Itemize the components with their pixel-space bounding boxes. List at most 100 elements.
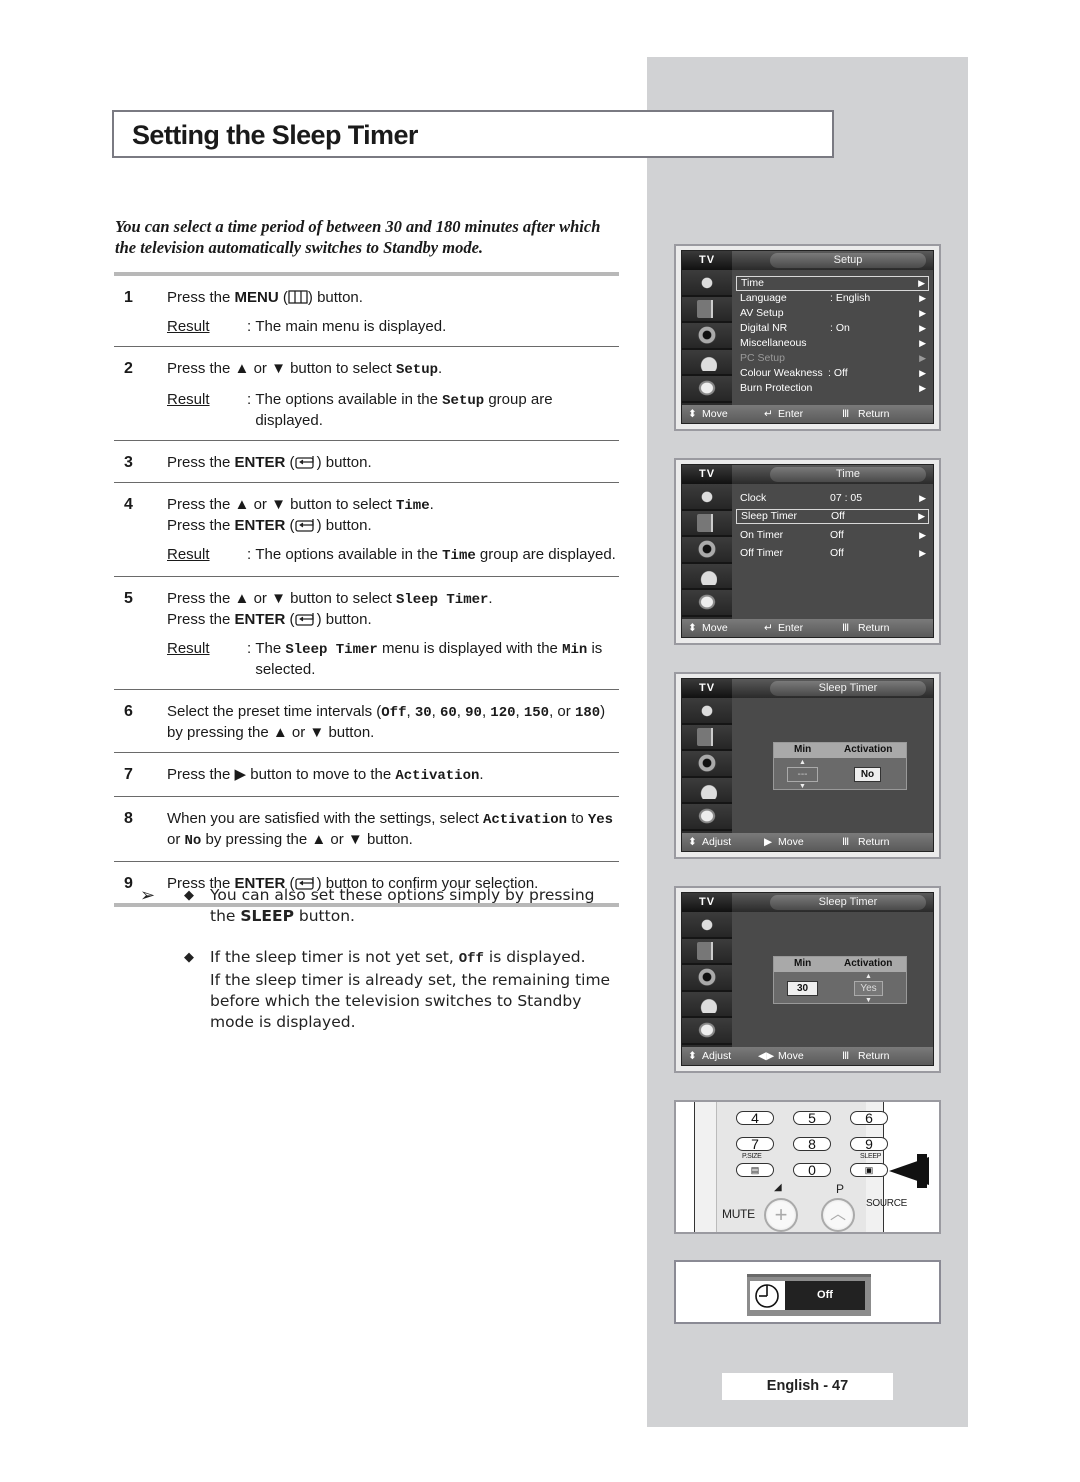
min-field[interactable]: 30 <box>787 981 818 996</box>
step-text: Press the ENTER () button. <box>167 454 372 471</box>
sound-icon <box>697 326 717 345</box>
menu-item-av-setup[interactable]: AV Setup ▶ <box>736 306 929 321</box>
menu-icon-column <box>682 912 732 1047</box>
menu-item-miscellaneous[interactable]: Miscellaneous ▶ <box>736 336 929 351</box>
picture-icon <box>697 513 717 532</box>
tv-screen-sleep-timer-1: TV Sleep Timer Min Activation ▲ --- ▼ No ⬍… <box>674 672 941 859</box>
tv-label: TV <box>682 251 732 270</box>
arrow-right-icon: ▶ <box>764 836 773 848</box>
channel-icon <box>697 780 717 799</box>
menu-item-time[interactable]: Time ▶ <box>736 276 929 291</box>
enter-icon <box>294 613 314 626</box>
left-right-icon: ◀▶ <box>758 1050 775 1062</box>
menu-item-off-timer[interactable]: Off Timer Off ▶ <box>736 546 929 561</box>
min-field[interactable]: --- <box>787 767 818 782</box>
psize-button[interactable]: ▤ <box>736 1163 774 1177</box>
page-title: Setting the Sleep Timer <box>132 120 418 150</box>
sleep-timer-dialog: Min Activation 30 ▲ Yes ▼ <box>773 956 907 1004</box>
screen-title: Sleep Timer <box>770 681 926 696</box>
screen-title: Sleep Timer <box>770 895 926 910</box>
enter-icon <box>294 456 314 469</box>
key-5[interactable]: 5 <box>793 1111 831 1125</box>
input-icon <box>697 273 717 292</box>
step-text: Press the ▶ button to move to the Activa… <box>167 766 484 784</box>
step-8: 8 When you are satisfied with the settin… <box>114 796 619 861</box>
channel-icon <box>697 352 717 371</box>
activation-field[interactable]: No <box>854 767 881 782</box>
up-arrow-icon: ▲ <box>799 759 806 766</box>
key-4[interactable]: 4 <box>736 1111 774 1125</box>
volume-up-button[interactable]: + <box>764 1198 798 1232</box>
activation-field[interactable]: Yes <box>854 981 883 996</box>
step-3: 3 Press the ENTER () button. <box>114 440 619 482</box>
step-7: 7 Press the ▶ button to move to the Acti… <box>114 752 619 796</box>
sound-icon <box>697 968 717 987</box>
key-0[interactable]: 0 <box>793 1163 831 1177</box>
menu-item-pc-setup: PC Setup ▶ <box>740 352 926 364</box>
input-icon <box>697 487 717 506</box>
note-2: ◆ If the sleep timer is not yet set, Off… <box>184 948 611 1031</box>
intro-text: You can select a time period of between … <box>115 217 601 257</box>
step-text: Press the ▲ or ▼ button to select Time. <box>167 496 434 514</box>
picture-icon <box>697 299 717 318</box>
step-5: 5 Press the ▲ or ▼ button to select Slee… <box>114 576 619 689</box>
step-text: When you are satisfied with the settings… <box>167 810 614 849</box>
sleep-osd-display: Off <box>674 1260 941 1324</box>
menu-icon: Ⅲ <box>842 408 850 420</box>
screen-footer: ⬍ Move ↵ Enter Ⅲ Return <box>682 405 933 423</box>
key-7[interactable]: 7 <box>736 1137 774 1151</box>
menu-item-digital-nr[interactable]: Digital NR: On ▶ <box>736 321 929 336</box>
setup-icon <box>697 807 717 826</box>
step-text: Press the ▲ or ▼ button to select Setup. <box>167 360 443 378</box>
key-8[interactable]: 8 <box>793 1137 831 1151</box>
sound-icon <box>697 540 717 559</box>
sleep-status-value: Off <box>785 1281 865 1310</box>
menu-icon-column <box>682 484 732 619</box>
picture-icon <box>697 941 717 960</box>
menu-item-language[interactable]: Language: English ▶ <box>736 291 929 306</box>
step-result: Result: The Sleep Timer menu is displaye… <box>167 640 603 678</box>
p-label: P <box>836 1182 844 1196</box>
channel-up-button[interactable]: ︿ <box>821 1198 855 1232</box>
menu-item-clock[interactable]: Clock 07 : 05 ▶ <box>736 491 929 506</box>
step-text: Press the ▲ or ▼ button to select Sleep … <box>167 590 493 608</box>
step-number: 1 <box>124 289 133 306</box>
screen-title: Time <box>770 467 926 482</box>
menu-item-colour-weakness[interactable]: Colour Weakness: Off ▶ <box>736 366 929 381</box>
input-icon <box>697 915 717 934</box>
step-2: 2 Press the ▲ or ▼ button to select Setu… <box>114 346 619 440</box>
key-6[interactable]: 6 <box>850 1111 888 1125</box>
step-text: Press the MENU () button. <box>167 289 363 306</box>
step-4: 4 Press the ▲ or ▼ button to select Time… <box>114 482 619 576</box>
steps-list: 1 Press the MENU () button. Result: The … <box>114 272 619 907</box>
screen-title: Setup <box>770 253 926 268</box>
notes: ➢ ◆ You can also set these options simpl… <box>140 885 620 1053</box>
menu-item-on-timer[interactable]: On Timer Off ▶ <box>736 528 929 543</box>
setup-icon <box>697 1021 717 1040</box>
updown-icon: ⬍ <box>688 408 697 420</box>
menu-item-sleep-timer[interactable]: Sleep Timer Off ▶ <box>736 509 929 524</box>
note-1: ◆ You can also set these options simply … <box>184 886 595 925</box>
diamond-bullet-icon: ◆ <box>184 888 194 903</box>
step-text: Select the preset time intervals (Off, 3… <box>167 703 606 741</box>
screen-footer: ⬍ Adjust ▶ Move Ⅲ Return <box>682 833 933 851</box>
sound-icon <box>697 754 717 773</box>
picture-icon <box>697 727 717 746</box>
down-arrow-icon: ▼ <box>865 997 872 1004</box>
volume-icon: ◢ <box>774 1182 782 1193</box>
setup-icon <box>697 593 717 612</box>
remote-control-image: 4 5 6 7 8 9 P.SIZE SLEEP ▤ 0 ▣ ◢ P MUTE … <box>674 1100 941 1234</box>
tv-screen-sleep-timer-2: TV Sleep Timer Min Activation 30 ▲ Yes ▼ ⬍… <box>674 886 941 1073</box>
up-arrow-icon: ▲ <box>865 973 872 980</box>
page-number: English - 47 <box>722 1373 893 1400</box>
menu-icon <box>288 290 308 304</box>
source-label: SOURCE <box>866 1198 907 1209</box>
key-9[interactable]: 9 <box>850 1137 888 1151</box>
menu-item-burn-protection[interactable]: Burn Protection ▶ <box>736 381 929 396</box>
menu-icon-column <box>682 270 732 405</box>
sleep-button[interactable]: ▣ <box>850 1163 888 1177</box>
arrow-right-icon: ▶ <box>918 278 925 288</box>
enter-icon: ↵ <box>764 408 773 420</box>
step-result: Result: The options available in the Tim… <box>167 546 616 564</box>
screen-footer: ⬍ Move ↵ Enter Ⅲ Return <box>682 619 933 637</box>
